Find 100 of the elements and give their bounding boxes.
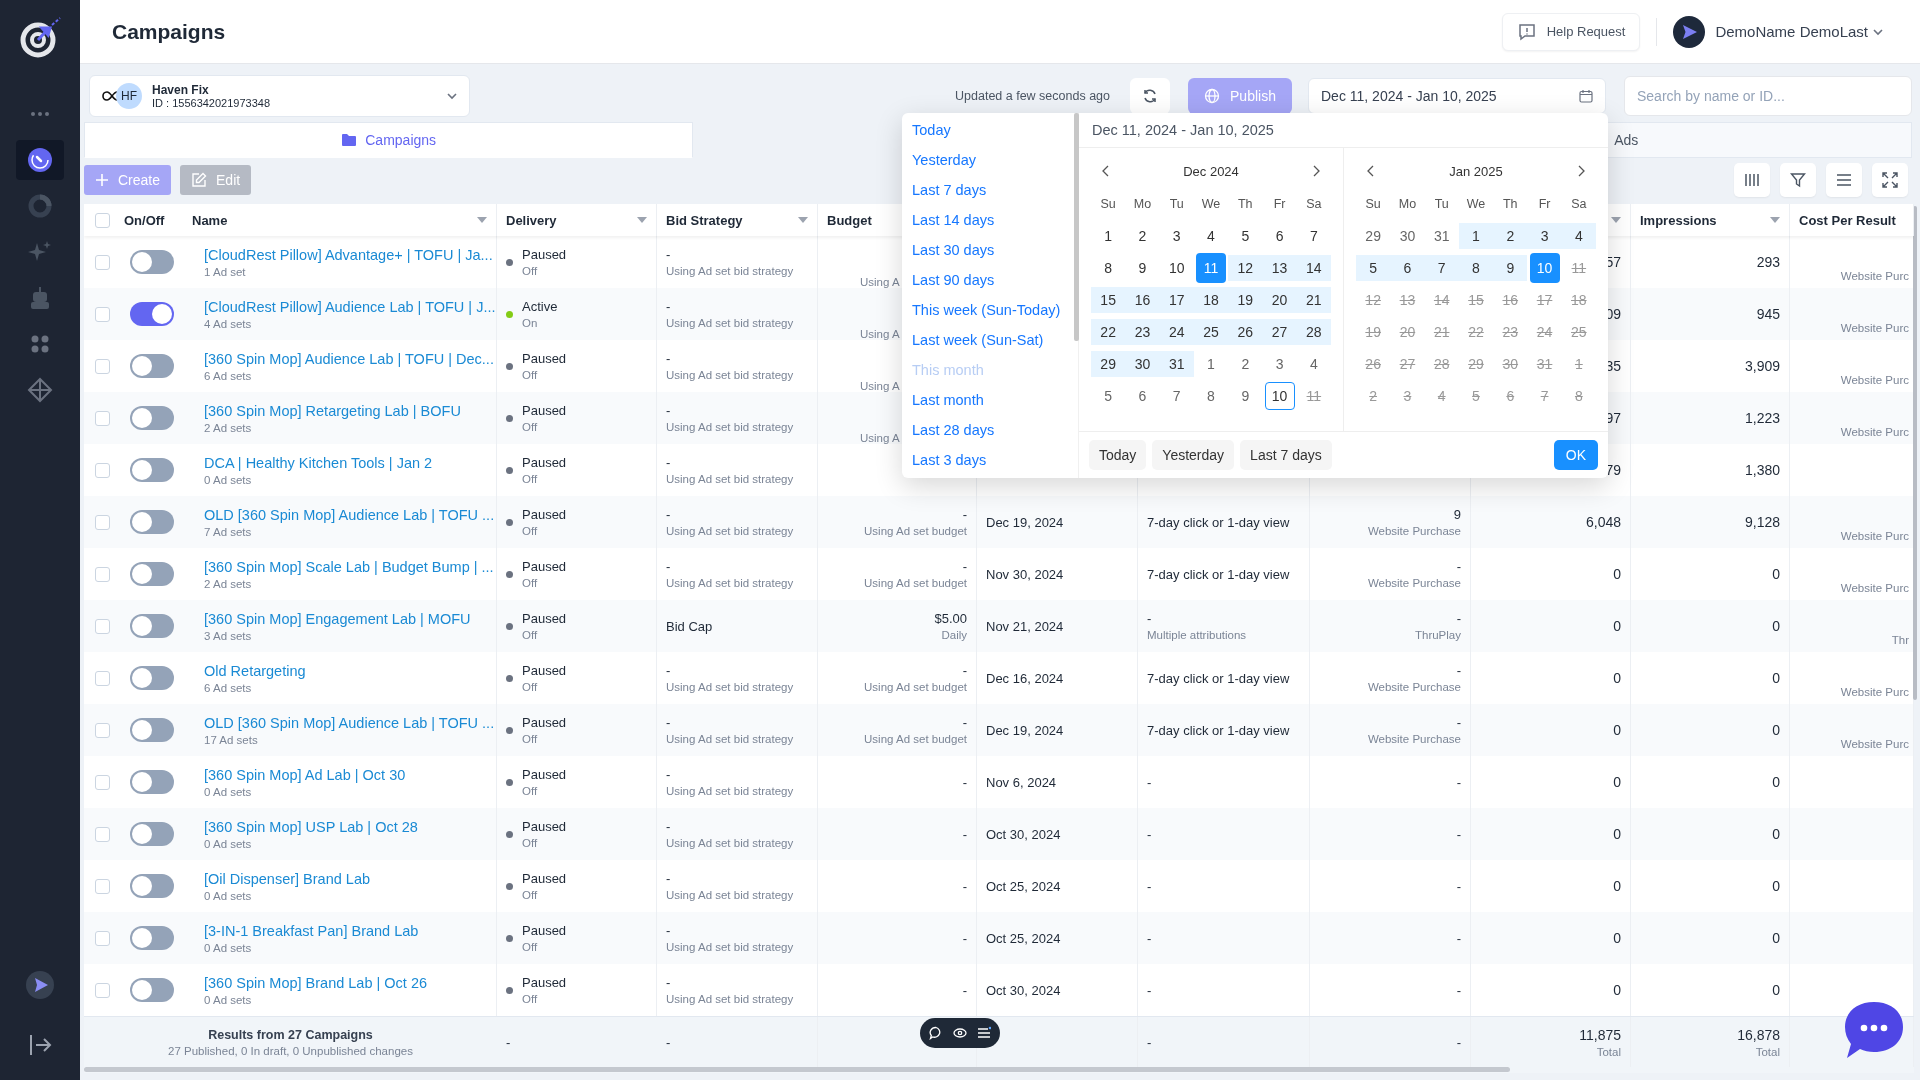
- calendar-day[interactable]: 3: [1529, 222, 1560, 250]
- scrollbar[interactable]: [84, 1067, 1510, 1072]
- row-checkbox[interactable]: [95, 566, 110, 582]
- preset-option[interactable]: Last month: [902, 385, 1078, 415]
- sidebar-item[interactable]: [16, 140, 64, 180]
- calendar-day[interactable]: 3: [1392, 382, 1423, 410]
- send-icon[interactable]: [25, 970, 55, 1000]
- calendar-day[interactable]: 10: [1529, 253, 1560, 283]
- refresh-button[interactable]: [1130, 78, 1170, 114]
- calendar-day[interactable]: 24: [1529, 318, 1560, 346]
- calendar-day[interactable]: 26: [1230, 318, 1261, 346]
- calendar-day[interactable]: 3: [1161, 222, 1192, 250]
- calendar-day[interactable]: 8: [1563, 382, 1594, 410]
- next-month-icon[interactable]: [1576, 165, 1586, 177]
- ok-button[interactable]: OK: [1553, 440, 1598, 470]
- campaign-link[interactable]: [360 Spin Mop] Audience Lab | TOFU | Dec...: [192, 350, 494, 367]
- calendar-day[interactable]: 6: [1392, 254, 1423, 282]
- calendar-day[interactable]: 5: [1461, 382, 1491, 410]
- row-checkbox[interactable]: [95, 670, 110, 686]
- campaign-link[interactable]: [360 Spin Mop] Brand Lab | Oct 26: [192, 974, 427, 991]
- calendar-day[interactable]: 8: [1196, 382, 1226, 410]
- filter-button[interactable]: [1780, 163, 1816, 197]
- campaign-link[interactable]: OLD [360 Spin Mop] Audience Lab | TOFU ...: [192, 506, 495, 523]
- row-checkbox[interactable]: [95, 982, 110, 998]
- calendar-day[interactable]: 9: [1127, 254, 1158, 282]
- calendar-day[interactable]: 20: [1392, 318, 1423, 346]
- calendar-day[interactable]: 30: [1495, 350, 1526, 378]
- calendar-day[interactable]: 21: [1298, 286, 1329, 314]
- calendar-day[interactable]: 31: [1161, 350, 1192, 378]
- eye-icon[interactable]: [953, 1026, 967, 1040]
- sort-caret-icon[interactable]: [477, 217, 487, 223]
- calendar-day[interactable]: 5: [1358, 254, 1389, 282]
- calendar-day[interactable]: 27: [1264, 318, 1295, 346]
- chat-bubble-icon[interactable]: [1843, 1000, 1905, 1060]
- calendar-day[interactable]: 14: [1298, 254, 1329, 282]
- preset-option[interactable]: Yesterday: [902, 145, 1078, 175]
- calendar-day[interactable]: 13: [1392, 286, 1423, 314]
- menu-icon[interactable]: [977, 1026, 991, 1040]
- calendar-day[interactable]: 7: [1426, 254, 1457, 282]
- campaign-link[interactable]: [CloudRest Pillow] Advantage+ | TOFU | Ja...: [192, 246, 493, 263]
- row-checkbox[interactable]: [95, 774, 110, 790]
- row-checkbox[interactable]: [95, 410, 110, 426]
- campaign-link[interactable]: [Oil Dispenser] Brand Lab: [192, 870, 371, 887]
- toggle-switch[interactable]: [130, 510, 174, 534]
- calendar-day[interactable]: 2: [1358, 382, 1389, 410]
- calendar-day[interactable]: 4: [1196, 222, 1226, 250]
- calendar-day[interactable]: 31: [1426, 222, 1457, 250]
- calendar-day[interactable]: 4: [1298, 350, 1329, 378]
- density-button[interactable]: [1826, 163, 1862, 197]
- calendar-day[interactable]: 8: [1093, 254, 1124, 282]
- column-header[interactable]: Name: [192, 212, 228, 228]
- toggle-switch[interactable]: [130, 250, 174, 274]
- column-header[interactable]: Budget: [827, 212, 872, 228]
- toggle-switch[interactable]: [130, 926, 174, 950]
- calendar-day[interactable]: 5: [1230, 222, 1261, 250]
- previous-month-icon[interactable]: [1101, 165, 1111, 177]
- calendar-day[interactable]: 6: [1264, 222, 1295, 250]
- calendar-day[interactable]: 20: [1264, 286, 1295, 314]
- logout-icon[interactable]: [27, 1032, 53, 1058]
- toggle-switch[interactable]: [130, 666, 174, 690]
- calendar-day[interactable]: 7: [1298, 222, 1329, 250]
- calendar-day[interactable]: 6: [1127, 382, 1158, 410]
- toggle-switch[interactable]: [130, 718, 174, 742]
- calendar-day[interactable]: 24: [1161, 318, 1192, 346]
- user-name[interactable]: DemoName DemoLast: [1715, 23, 1868, 40]
- search-field[interactable]: Search by name or ID...: [1624, 76, 1912, 116]
- preset-option[interactable]: Last 7 days: [902, 175, 1078, 205]
- columns-button[interactable]: [1734, 163, 1770, 197]
- campaign-link[interactable]: OLD [360 Spin Mop] Audience Lab | TOFU ...: [192, 714, 495, 731]
- campaign-link[interactable]: [360 Spin Mop] Engagement Lab | MOFU: [192, 610, 471, 627]
- fullscreen-button[interactable]: [1872, 163, 1908, 197]
- calendar-day[interactable]: 4: [1563, 222, 1594, 250]
- calendar-day[interactable]: 30: [1392, 222, 1423, 250]
- column-header[interactable]: Impressions: [1640, 212, 1717, 228]
- toggle-switch[interactable]: [130, 354, 174, 378]
- toggle-switch[interactable]: [130, 562, 174, 586]
- campaign-link[interactable]: [360 Spin Mop] Ad Lab | Oct 30: [192, 766, 406, 783]
- toggle-switch[interactable]: [130, 406, 174, 430]
- calendar-day[interactable]: 17: [1161, 286, 1192, 314]
- calendar-day[interactable]: 23: [1495, 318, 1526, 346]
- column-header[interactable]: On/Off: [124, 212, 165, 228]
- column-header[interactable]: Cost Per Result: [1799, 212, 1896, 228]
- tab[interactable]: Campaigns: [84, 122, 694, 158]
- calendar-day[interactable]: 29: [1358, 222, 1389, 250]
- calendar-day[interactable]: 19: [1230, 286, 1261, 314]
- toggle-switch[interactable]: [130, 458, 174, 482]
- toggle-switch[interactable]: [130, 822, 174, 846]
- row-checkbox[interactable]: [95, 826, 110, 842]
- select-all-checkbox[interactable]: [95, 212, 110, 228]
- campaign-link[interactable]: DCA | Healthy Kitchen Tools | Jan 2: [192, 454, 433, 471]
- row-checkbox[interactable]: [95, 722, 110, 738]
- calendar-day[interactable]: 2: [1230, 350, 1261, 378]
- account-selector[interactable]: HF Haven Fix ID : 1556342021973348: [89, 75, 470, 117]
- calendar-day[interactable]: 27: [1392, 350, 1423, 378]
- calendar-day[interactable]: 9: [1495, 254, 1526, 282]
- sort-caret-icon[interactable]: [798, 217, 808, 223]
- calendar-day[interactable]: 28: [1426, 350, 1457, 378]
- quick-range-button[interactable]: Today: [1089, 440, 1147, 470]
- toggle-switch[interactable]: [130, 874, 174, 898]
- help-request-button[interactable]: Help Request: [1501, 12, 1641, 51]
